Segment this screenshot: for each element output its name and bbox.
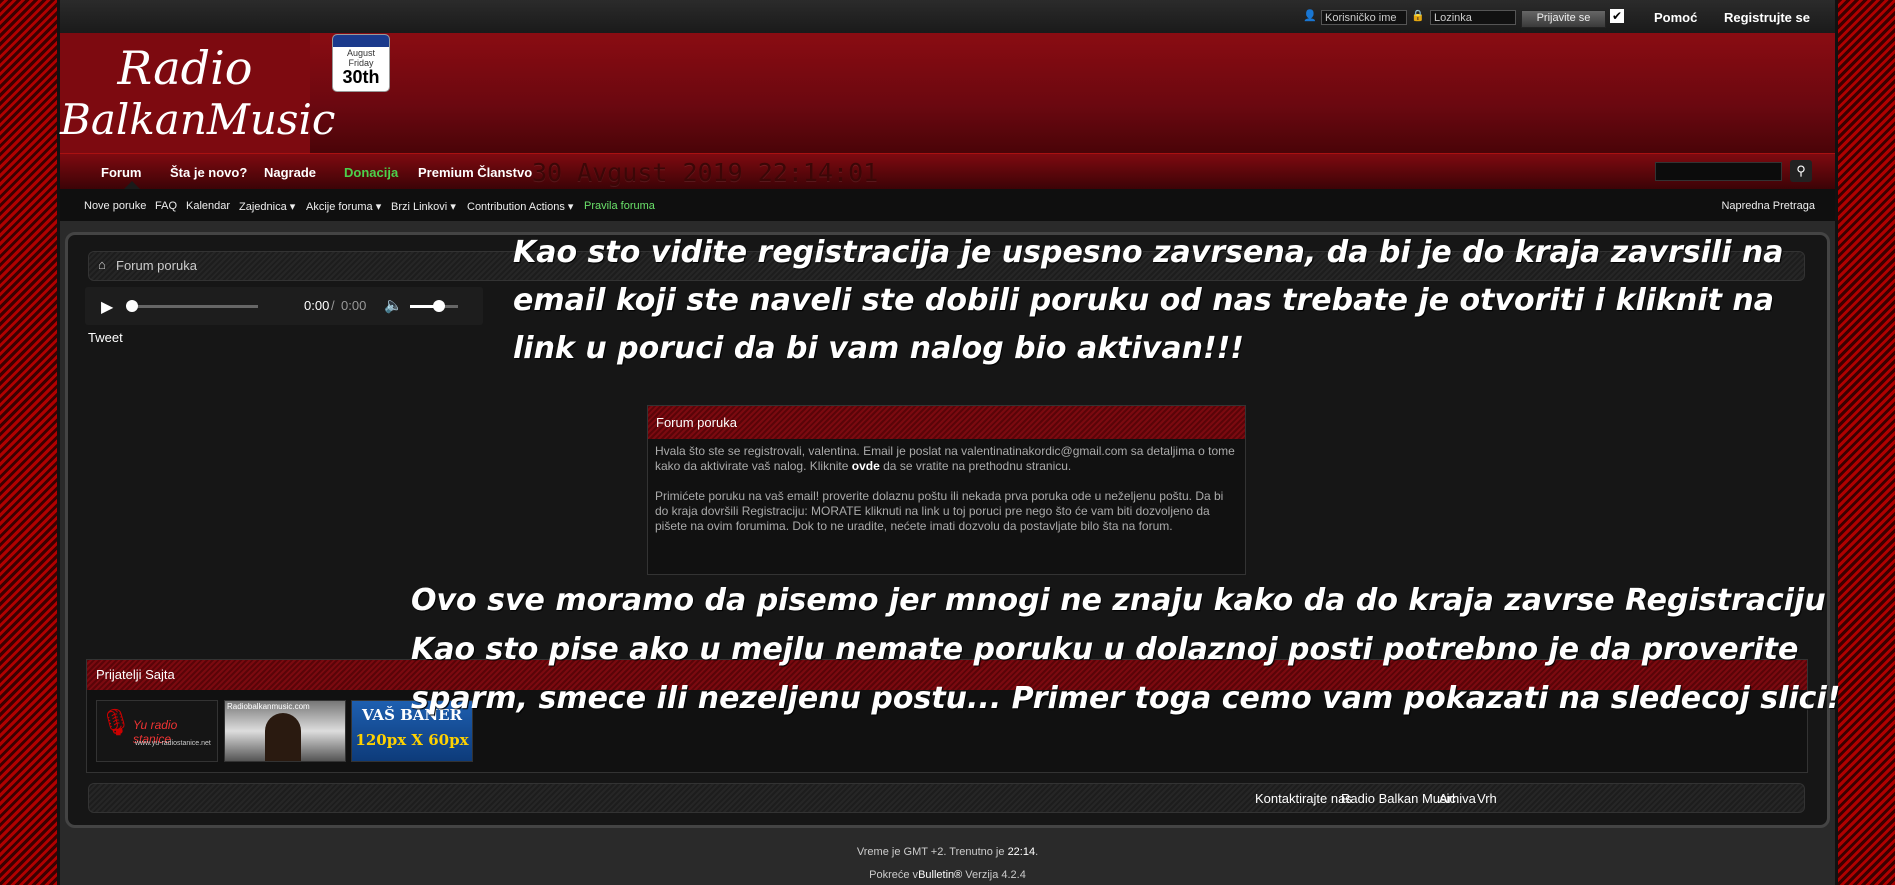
subnav-forum-actions[interactable]: Akcije foruma ▾ [306,200,381,213]
seek-bar[interactable] [133,305,258,308]
message-text: da se vratite na prethodnu stranicu. [879,459,1072,473]
powered-by: Pokreće vBulletin® Verzija 4.2.4 [0,869,1895,881]
home-icon[interactable]: ⌂ [98,257,106,272]
site-logo[interactable]: Radio BalkanMusic [60,33,336,153]
audio-player: ▶ 0:00 / 0:00 🔈 [85,287,483,325]
vbulletin-link[interactable]: Bulletin® [918,869,962,881]
banner-rbm-title: Radiobalkanmusic.com [227,702,310,711]
back-link[interactable]: ovde [852,459,880,473]
calendar-month: August [346,48,376,58]
footer-links-bar: Kontaktirajte nas Radio Balkan Music Arh… [88,783,1805,813]
chevron-down-icon: ▾ [289,201,296,213]
powered-prefix: Pokreće v [869,869,919,881]
username-input[interactable]: Korisničko ime [1321,10,1407,25]
chevron-down-icon: ▾ [567,201,574,213]
banner-yu-radio-url: www.yu-radiostanice.net [135,740,211,747]
quick-search-input[interactable] [1655,162,1782,181]
tab-awards[interactable]: Nagrade [264,165,316,180]
microphone-icon: 🎙 [99,707,133,737]
sub-navbar: Nove poruke FAQ Kalendar Zajednica ▾ Akc… [60,181,1835,221]
tab-forum[interactable]: Forum [101,165,141,180]
chevron-down-icon: ▾ [375,201,382,213]
overlay-top-line: link u poruci da bi vam nalog bio aktiva… [513,331,1244,366]
subnav-quick-links[interactable]: Brzi Linkovi ▾ [391,200,456,213]
right-decorative-stripe [1835,0,1895,885]
seek-handle[interactable] [126,300,138,312]
chevron-down-icon: ▾ [450,201,456,213]
footer-archive-link[interactable]: Arhiva [1439,791,1476,806]
subnav-forum-actions-label: Akcije foruma [306,201,373,213]
volume-handle[interactable] [432,300,445,312]
subnav-community-label: Zajednica [239,201,287,213]
logo-line-1: Radio [117,41,253,95]
subnav-forum-rules[interactable]: Pravila foruma [584,200,655,212]
subnav-contribution-actions[interactable]: Contribution Actions ▾ [467,200,573,213]
banner-radiobalkanmusic[interactable]: Radiobalkanmusic.com [224,700,346,762]
play-icon[interactable]: ▶ [101,297,113,317]
tab-donation[interactable]: Donacija [344,165,398,180]
overlay-instruction-bottom: Ovo sve moramo da pisemo jer mnogi ne zn… [411,576,1840,723]
subnav-quick-links-label: Brzi Linkovi [391,201,448,213]
user-icon: 👤 [1303,10,1317,22]
lock-icon: 🔒 [1411,10,1425,22]
password-input[interactable]: Lozinka [1430,10,1516,25]
calendar-icon: August Friday 30th [332,34,390,92]
subnav-contribution-label: Contribution Actions [467,201,565,213]
left-decorative-stripe [0,0,60,885]
server-time-suffix: . [1035,846,1039,858]
remember-me-checkbox[interactable]: ✔ [1610,9,1624,23]
overlay-instruction-top: Kao sto vidite registracija je uspesno z… [513,229,1784,373]
overlay-top-line: Kao sto vidite registracija je uspesno z… [513,235,1784,270]
navbar-clock: 30 Avgust 2019 22:14:01 [532,158,879,187]
powered-suffix: Verzija 4.2.4 [962,869,1026,881]
tweet-button[interactable]: Tweet [88,330,123,345]
player-duration: 0:00 [341,298,367,313]
overlay-bottom-line: Ovo sve moramo da pisemo jer mnogi ne zn… [411,583,1826,618]
breadcrumb-current: Forum poruka [116,258,197,273]
calendar-day: 30th [342,67,380,87]
advanced-search-link[interactable]: Napredna Pretraga [1721,200,1815,212]
player-time: 0:00 [304,298,330,313]
tab-premium[interactable]: Premium Članstvo [418,165,532,180]
footer-contact-link[interactable]: Kontaktirajte nas [1255,791,1352,806]
message-title: Forum poruka [648,406,1245,439]
footer-top-link[interactable]: Vrh [1477,791,1497,806]
site-header: Radio BalkanMusic August Friday 30th [60,33,1835,153]
banner-photo [265,713,301,761]
banner-yu-radio[interactable]: 🎙 Yu radio stanice www.yu-radiostanice.n… [96,700,218,762]
overlay-bottom-line: sparm, smece ili nezeljenu postu... Prim… [411,681,1841,716]
login-button[interactable]: Prijavite se [1521,10,1606,28]
banner-ad-line2: 120px X 60px [355,731,469,749]
overlay-bottom-line: Kao sto pise ako u mejlu nemate poruku u… [411,632,1799,667]
logo-line-2: BalkanMusic [60,95,336,144]
forum-message-box: Forum poruka Hvala što ste se registrova… [647,405,1246,575]
top-login-bar: 👤 Korisničko ime 🔒 Lozinka Prijavite se … [60,0,1835,34]
main-navbar: Forum Šta je novo? Nagrade Donacija Prem… [60,153,1835,190]
subnav-community[interactable]: Zajednica ▾ [239,200,295,213]
message-paragraph-1: Hvala što ste se registrovali, valentina… [655,444,1238,474]
subnav-faq[interactable]: FAQ [155,200,177,212]
server-time: Vreme je GMT +2. Trenutno je 22:14. [0,846,1895,858]
subnav-new-posts[interactable]: Nove poruke [84,200,146,212]
tab-whats-new[interactable]: Šta je novo? [170,165,247,180]
message-body: Hvala što ste se registrovali, valentina… [648,439,1245,539]
search-icon[interactable]: ⚲ [1790,160,1812,182]
server-time-value: 22:14 [1007,846,1036,858]
message-paragraph-2: Primićete poruku na vaš email! proverite… [655,489,1224,533]
server-time-prefix: Vreme je GMT +2. Trenutno je [856,846,1008,858]
subnav-calendar[interactable]: Kalendar [186,200,230,212]
overlay-top-line: email koji ste naveli ste dobili poruku … [513,283,1775,318]
active-tab-pointer [124,181,140,189]
volume-icon[interactable]: 🔈 [384,296,403,314]
register-link[interactable]: Registrujte se [1724,10,1810,25]
help-link[interactable]: Pomoć [1654,10,1697,25]
